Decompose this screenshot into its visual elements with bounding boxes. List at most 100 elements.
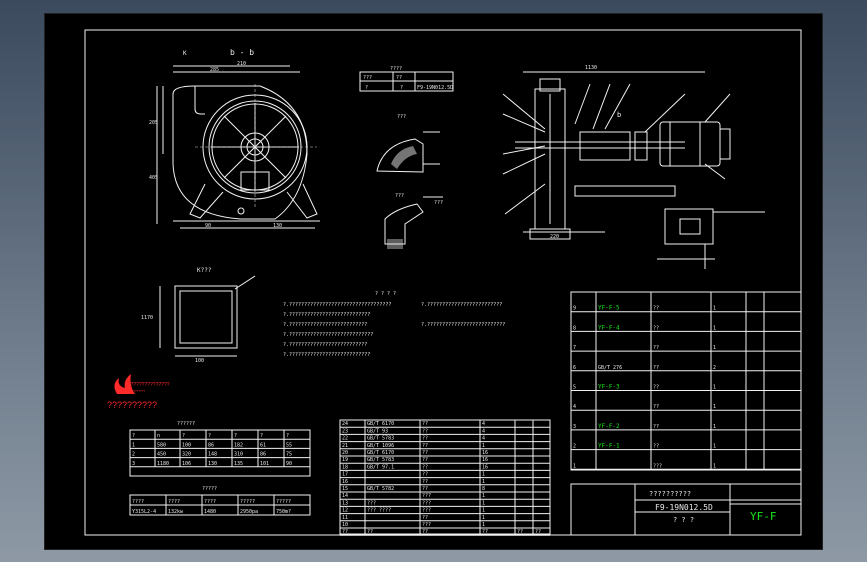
- parts-list-right: 9 YF-F-5?? 1 8 YF-F-4?? 1 7?? 1 6 GB/T 276?? 2 5 YF-…: [570, 291, 802, 471]
- notes-heading: ? ? ? ?: [375, 291, 396, 297]
- part-row-cell: 1: [482, 472, 485, 478]
- part-row-cell: 21: [342, 443, 348, 449]
- bearing-housing: [579, 131, 631, 161]
- front-dim-4: 405: [149, 175, 158, 181]
- motor-table-cell: 750m?: [276, 509, 291, 515]
- part-row-cell: 1: [713, 345, 716, 351]
- part-row-cell: ??: [422, 529, 428, 535]
- part-row-cell: ??: [422, 486, 428, 492]
- base-leg-right: [286, 183, 318, 219]
- front-dim-1: 285: [210, 67, 219, 73]
- note-line: ?.?????????????????????????: [421, 302, 502, 308]
- part-row-cell: ??: [653, 345, 659, 351]
- front-view-label: b - b: [230, 48, 254, 57]
- part-row-cell: YF-F-5: [598, 305, 620, 312]
- perf-table-cell: 1: [132, 442, 135, 448]
- part-row-cell: 13: [342, 500, 348, 506]
- part-row-cell: GB/T 1096: [367, 443, 394, 449]
- motor-table: ????? ????????????????? ????? Y315L2-4 132k…: [129, 486, 311, 516]
- part-row-cell: 4: [482, 428, 485, 434]
- part-row-cell: GB/T 5783: [367, 436, 394, 442]
- drawing-sheet: K b - b 285 2 10 20 5 405 90 130 ???? ??? …: [45, 14, 822, 549]
- part-row-cell: 2: [573, 444, 576, 450]
- motor-table-cell: ?????: [276, 499, 291, 505]
- perf-table-cell: 580: [157, 442, 166, 448]
- spec-drawing-number: F9-19N012.5D: [417, 85, 453, 91]
- part-row-cell: 3: [573, 424, 576, 430]
- part-row-cell: 1: [482, 443, 485, 449]
- part-row-cell: 1: [713, 424, 716, 430]
- part-row-cell: 16: [482, 464, 488, 470]
- part-row-cell: ???: [422, 500, 431, 506]
- part-row-cell: 10: [342, 522, 348, 528]
- part-row-cell: ??: [422, 443, 428, 449]
- detail-mid: ??? ???: [384, 193, 443, 249]
- part-row-cell: ??: [653, 306, 659, 312]
- part-row-cell: 8: [573, 325, 576, 331]
- part-row-cell: 1: [482, 493, 485, 499]
- part-row-cell: 2: [713, 365, 716, 371]
- part-row-cell: 23: [342, 428, 348, 434]
- part-row-cell: 18: [342, 464, 348, 470]
- perf-table-cell: 86: [208, 442, 214, 448]
- part-row-cell: 15: [342, 486, 348, 492]
- technical-notes: ? ? ? ? ?.??????????????????????????????…: [283, 291, 505, 358]
- part-row-cell: ??: [422, 421, 428, 427]
- perf-table-cell: 130: [208, 461, 217, 467]
- marker-k: K: [183, 50, 187, 57]
- part-row-cell: 1: [482, 508, 485, 514]
- part-row-cell: 19: [342, 457, 348, 463]
- part-row-cell: 12: [342, 508, 348, 514]
- note-line: ?.????????????????????????????: [283, 332, 373, 338]
- part-row-cell: GB/T 5782: [367, 486, 394, 492]
- part-row-cell: ??: [653, 404, 659, 410]
- spec-header: ????: [390, 66, 402, 72]
- company-logo: ???????????????? ???????????? ??????????: [107, 374, 170, 410]
- perf-table-cell: 182: [234, 442, 243, 448]
- side-dim: 220: [550, 234, 559, 240]
- title-drawing-name: F9-19N012.5D: [655, 503, 713, 512]
- section-view-b: [657, 208, 765, 269]
- perf-table-cell: 86: [260, 452, 266, 458]
- perf-table-cell: ?: [208, 433, 211, 439]
- part-row-cell: 24: [342, 421, 348, 427]
- part-row-cell: GB/T 97.1: [367, 464, 394, 470]
- part-row-cell: 5: [573, 385, 576, 391]
- motor-table-cell: ?????: [240, 499, 255, 505]
- part-row-cell: ??: [422, 450, 428, 456]
- part-row-cell: ??: [653, 325, 659, 331]
- part-row-cell: ??: [342, 529, 348, 535]
- part-row-cell: 1: [482, 479, 485, 485]
- perf-table-cell: 2: [132, 452, 135, 458]
- part-row-cell: 1: [713, 444, 716, 450]
- part-row-cell: 1: [713, 463, 716, 469]
- detail-k-label: K???: [197, 267, 212, 274]
- note-line: ?.??????????????????????????: [283, 322, 367, 328]
- front-dim-6: 130: [273, 223, 282, 229]
- motor-table-cell: 2950pa: [240, 509, 258, 515]
- perf-table-cell: 55: [286, 442, 292, 448]
- part-row-cell: 4: [573, 404, 576, 410]
- parts-list-left: 24 GB/T 6170?? 4 23 GB/T 93?? 4 22 GB/T 5783?? 4…: [339, 419, 551, 536]
- part-row-cell: 22: [342, 436, 348, 442]
- perf-table-title: ??????: [177, 421, 195, 427]
- part-row-cell: ??: [482, 529, 488, 535]
- part-row-cell: GB/T 6170: [367, 421, 394, 427]
- part-row-cell: ??: [422, 457, 428, 463]
- perf-table-cell: ?: [286, 433, 289, 439]
- spec-cell: ?: [400, 85, 403, 91]
- part-row-cell: ???: [422, 493, 431, 499]
- part-row-cell: ??: [422, 464, 428, 470]
- spec-cell: ??: [396, 75, 402, 81]
- perf-table-cell: n: [157, 433, 160, 439]
- logo-tagline: ????????????: [125, 389, 145, 393]
- part-row-cell: ??: [367, 529, 373, 535]
- logo-name: ??????????: [107, 400, 157, 410]
- part-row-cell: 1: [482, 515, 485, 521]
- part-row-cell: 20: [342, 450, 348, 456]
- part-row-cell: ??: [422, 428, 428, 434]
- motor-table-cell: 132kw: [168, 509, 184, 515]
- motor-table-cell: ????: [204, 499, 216, 505]
- perf-table-cell: 320: [182, 452, 191, 458]
- motor-table-cell: ????: [168, 499, 180, 505]
